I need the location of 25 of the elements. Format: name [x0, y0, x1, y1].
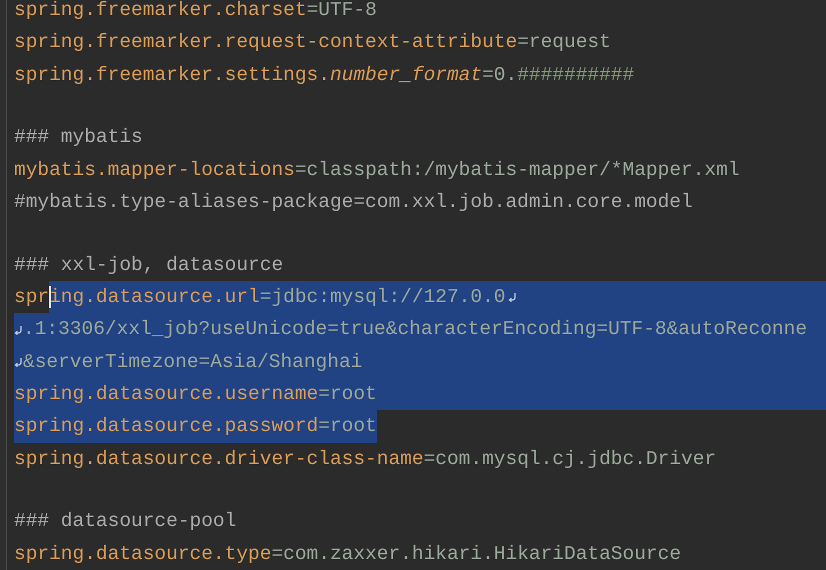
code-text: spring.freemarker.charset: [14, 0, 307, 23]
code-text: spring.freemarker.settings.: [14, 62, 330, 88]
code-text: number_format: [330, 62, 482, 88]
code-text: =0.: [482, 62, 518, 88]
code-text: =com.zaxxer.hikari.HikariDataSource: [271, 542, 682, 567]
code-text: #mybatis.type-aliases-package=com.xxl.job.admin.core.model: [14, 190, 693, 215]
code-text: ### mybatis: [14, 125, 143, 150]
code-text: spring.datasource.password: [14, 414, 318, 440]
code-text: spring.datasource.driver-class-name: [14, 446, 424, 472]
code-text: .1:3306/xxl_job?useUnicode=true&characterEncoding=UTF-8&autoReconne: [23, 317, 808, 342]
code-text: ##########: [517, 62, 634, 88]
code-text: spr: [14, 281, 50, 314]
code-text: =classpath:/mybatis-mapper/*Mapper.xml: [294, 158, 740, 183]
code-text: ### xxl-job, datasource: [14, 252, 284, 278]
code-text: =UTF-8: [306, 0, 377, 23]
code-text: =com.mysql.cj.jdbc.Driver: [424, 446, 716, 472]
code-text: =root: [318, 414, 377, 440]
code-text: =root: [318, 382, 377, 407]
code-text: mybatis.mapper-locations: [14, 158, 295, 183]
code-text: =request: [517, 30, 611, 56]
code-text: ### datasource-pool: [14, 509, 236, 534]
code-text: spring.datasource.type: [14, 542, 272, 567]
code-text: spring.freemarker.request-context-attribute: [14, 30, 518, 56]
code-text: &serverTimezone=Asia/Shanghai: [23, 350, 362, 375]
code-text: spring.datasource.username: [14, 382, 318, 407]
